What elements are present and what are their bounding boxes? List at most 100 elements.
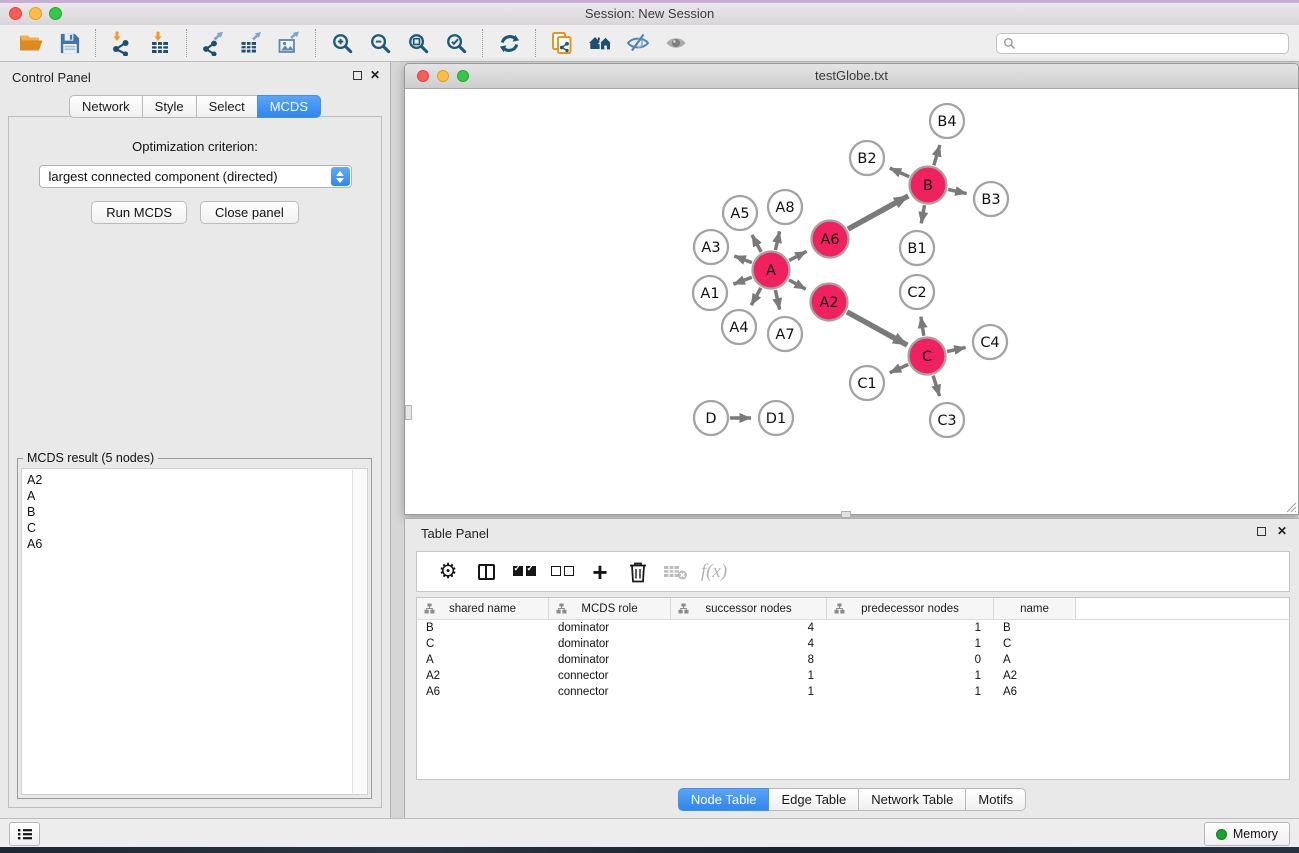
network-window-title: testGlobe.txt [405, 68, 1298, 83]
graph-node-label: D [705, 411, 716, 427]
show-graphics-details-button[interactable] [657, 28, 695, 58]
column-header-MCDS-role[interactable]: MCDS role [549, 598, 671, 619]
table-cell: C [994, 638, 1076, 650]
task-history-button[interactable] [9, 822, 40, 846]
memory-button[interactable]: Memory [1204, 822, 1290, 846]
column-header-predecessor-nodes[interactable]: predecessor nodes [827, 598, 994, 619]
mcds-result-item[interactable]: A [27, 488, 367, 504]
graph-node-label: C1 [857, 376, 876, 392]
graph-edge-B-B3[interactable] [948, 189, 967, 193]
table-row[interactable]: A2connector11A2 [417, 668, 1289, 684]
network-canvas[interactable]: AA1A2A3A4A5A6A7A8BB1B2B3B4CC1C2C3C4DD1 [405, 89, 1298, 514]
table-row[interactable]: Bdominator41B [417, 620, 1289, 636]
graph-edge-A2-C[interactable] [847, 312, 907, 345]
graph-edge-C-C4[interactable] [947, 347, 966, 351]
export-network-button[interactable] [194, 28, 232, 58]
tab-network[interactable]: Network [69, 95, 143, 118]
tab-network-table[interactable]: Network Table [858, 788, 966, 811]
function-builder-button[interactable]: f(x) [695, 557, 733, 587]
graph-edge-C-C2[interactable] [921, 317, 924, 336]
scrollbar[interactable] [352, 470, 366, 793]
mcds-result-list[interactable]: A2ABCA6 [21, 468, 368, 795]
import-table-button[interactable] [141, 28, 179, 58]
graph-edge-A6-B[interactable] [848, 196, 908, 229]
graph-edge-A-A2[interactable] [789, 280, 806, 289]
criterion-select[interactable]: largest connected component (directed) [39, 165, 352, 188]
panel-divider-grip[interactable] [405, 405, 412, 420]
table-panel-title: Table Panel [421, 526, 489, 541]
graph-edge-A-A4[interactable] [751, 288, 761, 305]
delete-table-button[interactable] [657, 557, 695, 587]
run-mcds-button[interactable]: Run MCDS [91, 201, 187, 224]
unselect-all-columns-button[interactable] [543, 557, 581, 587]
tab-mcds[interactable]: MCDS [257, 95, 321, 118]
column-header-name[interactable]: name [994, 598, 1076, 619]
open-session-button[interactable] [12, 28, 50, 58]
search-icon [1003, 37, 1016, 50]
horizontal-splitter-grip[interactable] [841, 511, 851, 518]
table-row[interactable]: Adominator80A [417, 652, 1289, 668]
mcds-result-item[interactable]: A6 [27, 536, 367, 552]
zoom-in-icon [330, 31, 355, 56]
zoom-fit-button[interactable] [399, 28, 437, 58]
app-title: Session: New Session [0, 6, 1299, 21]
save-session-button[interactable] [50, 28, 88, 58]
close-panel-icon[interactable]: ✕ [1277, 524, 1287, 538]
table-row[interactable]: A6connector11A6 [417, 684, 1289, 700]
add-column-button[interactable]: + [581, 557, 619, 587]
table-cell: connector [549, 686, 671, 698]
search-field[interactable] [996, 33, 1289, 54]
mcds-result-item[interactable]: C [27, 520, 367, 536]
close-panel-icon[interactable]: ✕ [370, 68, 380, 82]
table-settings-button[interactable]: ⚙ [429, 557, 467, 587]
mcds-result-item[interactable]: A2 [27, 472, 367, 488]
toolbar-separator [95, 29, 96, 57]
tab-edge-table[interactable]: Edge Table [768, 788, 859, 811]
graph-edge-C-C1[interactable] [890, 364, 909, 372]
app-titlebar: Session: New Session [0, 3, 1299, 26]
delete-column-button[interactable] [619, 557, 657, 587]
mcds-result-title: MCDS result (5 nodes) [23, 451, 158, 465]
zoom-out-button[interactable] [361, 28, 399, 58]
table-row[interactable]: Cdominator41C [417, 636, 1289, 652]
float-panel-icon[interactable] [353, 71, 362, 80]
graph-edge-B-B1[interactable] [921, 205, 924, 223]
new-network-from-selection-button[interactable] [543, 28, 581, 58]
graph-edge-B-B2[interactable] [890, 168, 909, 177]
graph-edge-C-C3[interactable] [933, 376, 939, 397]
tab-node-table[interactable]: Node Table [678, 788, 770, 811]
search-input[interactable] [1020, 35, 1288, 53]
graph-edge-A-A1[interactable] [733, 277, 751, 284]
graph-edge-A-A8[interactable] [775, 231, 779, 250]
refresh-button[interactable] [490, 28, 528, 58]
graph-edge-A-A3[interactable] [734, 256, 752, 263]
mcds-result-item[interactable]: B [27, 504, 367, 520]
export-table-button[interactable] [232, 28, 270, 58]
table-cell: A [417, 654, 549, 666]
import-network-button[interactable] [103, 28, 141, 58]
tab-motifs[interactable]: Motifs [965, 788, 1026, 811]
table-cell: connector [549, 670, 671, 682]
network-window-titlebar[interactable]: testGlobe.txt [405, 64, 1298, 89]
graph-node-label: A4 [729, 320, 748, 336]
first-neighbors-button[interactable] [581, 28, 619, 58]
resize-grip-icon[interactable] [1284, 500, 1297, 513]
select-all-columns-button[interactable] [505, 557, 543, 587]
float-panel-icon[interactable] [1257, 527, 1266, 536]
tab-select[interactable]: Select [196, 95, 258, 118]
close-panel-button[interactable]: Close panel [200, 201, 299, 224]
table-cell: dominator [549, 622, 671, 634]
graph-edge-A-A5[interactable] [752, 235, 761, 252]
graph-edge-B-B4[interactable] [934, 145, 940, 165]
graph-edge-A-A7[interactable] [775, 290, 779, 310]
zoom-selected-button[interactable] [437, 28, 475, 58]
column-header-successor-nodes[interactable]: successor nodes [671, 598, 827, 619]
graph-edge-A-A6[interactable] [789, 251, 806, 260]
show-columns-button[interactable] [467, 557, 505, 587]
column-header-shared-name[interactable]: shared name [417, 598, 549, 619]
hide-graphics-details-button[interactable] [619, 28, 657, 58]
tab-style[interactable]: Style [142, 95, 197, 118]
table-cell: 1 [827, 638, 994, 650]
export-image-button[interactable] [270, 28, 308, 58]
zoom-in-button[interactable] [323, 28, 361, 58]
